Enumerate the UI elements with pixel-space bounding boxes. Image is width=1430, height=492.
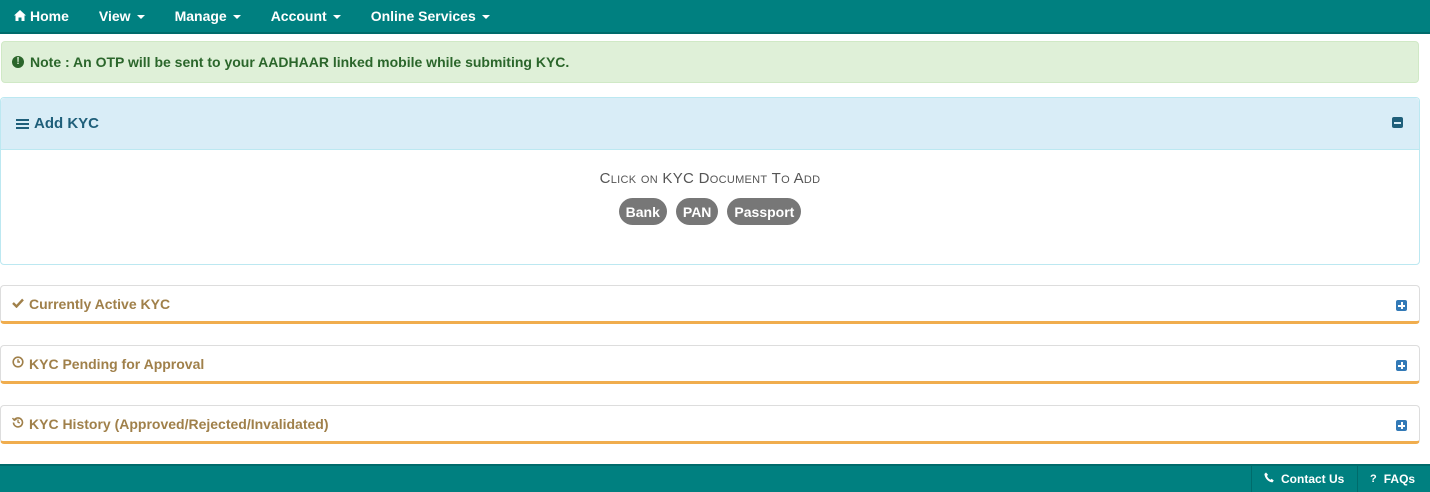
kyc-history-title: KYC History (Approved/Rejected/Invalidat… — [29, 415, 329, 432]
top-navbar: Home View Manage Account Online Services — [0, 0, 1430, 34]
bars-icon — [16, 118, 29, 129]
nav-home-label: Home — [30, 8, 69, 24]
add-kyc-heading: Add KYC — [1, 98, 1419, 150]
nav-manage[interactable]: Manage — [175, 0, 241, 32]
plus-square-icon[interactable] — [1396, 420, 1407, 431]
kyc-doc-bank-button[interactable]: Bank — [618, 198, 667, 225]
nav-manage-label: Manage — [174, 8, 227, 24]
kyc-doc-passport-button[interactable]: Passport — [727, 198, 802, 225]
plus-square-icon[interactable] — [1396, 300, 1407, 311]
contact-us-link[interactable]: Contact Us — [1251, 466, 1356, 492]
faqs-link[interactable]: ? FAQs — [1357, 466, 1427, 492]
info-circle-icon: ! — [12, 56, 24, 68]
caret-down-icon — [232, 14, 241, 19]
nav-online-services[interactable]: Online Services — [371, 0, 490, 32]
add-kyc-title: Add KYC — [34, 115, 99, 132]
collapse-button[interactable] — [1392, 117, 1403, 128]
otp-note-text: Note : An OTP will be sent to your AADHA… — [30, 54, 570, 70]
nav-online-services-label: Online Services — [370, 8, 476, 24]
phone-icon — [1264, 472, 1274, 486]
caret-down-icon — [136, 14, 145, 19]
kyc-document-hint: Click on KYC Document To Add — [599, 170, 821, 187]
nav-home[interactable]: Home — [14, 0, 69, 32]
nav-account[interactable]: Account — [271, 0, 341, 32]
kyc-document-list: Bank PAN Passport — [1, 198, 1419, 225]
currently-active-kyc-panel[interactable]: Currently Active KYC — [0, 285, 1420, 324]
caret-down-icon — [481, 14, 490, 19]
minus-square-icon — [1394, 121, 1401, 124]
footer-bar: Contact Us ? FAQs — [0, 464, 1430, 492]
kyc-pending-title: KYC Pending for Approval — [29, 355, 205, 372]
currently-active-kyc-title: Currently Active KYC — [29, 295, 171, 312]
contact-us-label: Contact Us — [1281, 472, 1345, 486]
plus-square-icon[interactable] — [1396, 360, 1407, 371]
check-icon — [12, 296, 24, 311]
kyc-history-panel[interactable]: KYC History (Approved/Rejected/Invalidat… — [0, 405, 1420, 444]
clock-icon — [12, 356, 24, 371]
home-icon — [14, 8, 26, 24]
faqs-label: FAQs — [1383, 472, 1416, 486]
nav-view-label: View — [98, 8, 131, 24]
kyc-pending-panel[interactable]: KYC Pending for Approval — [0, 345, 1420, 384]
caret-down-icon — [332, 14, 341, 19]
add-kyc-panel: Add KYC Click on KYC Document To Add Ban… — [0, 97, 1420, 265]
question-icon: ? — [1370, 473, 1377, 485]
nav-view[interactable]: View — [99, 0, 145, 32]
nav-account-label: Account — [270, 8, 327, 24]
history-icon — [11, 416, 24, 431]
kyc-doc-pan-button[interactable]: PAN — [675, 198, 719, 225]
otp-note-alert: ! Note : An OTP will be sent to your AAD… — [1, 41, 1419, 83]
